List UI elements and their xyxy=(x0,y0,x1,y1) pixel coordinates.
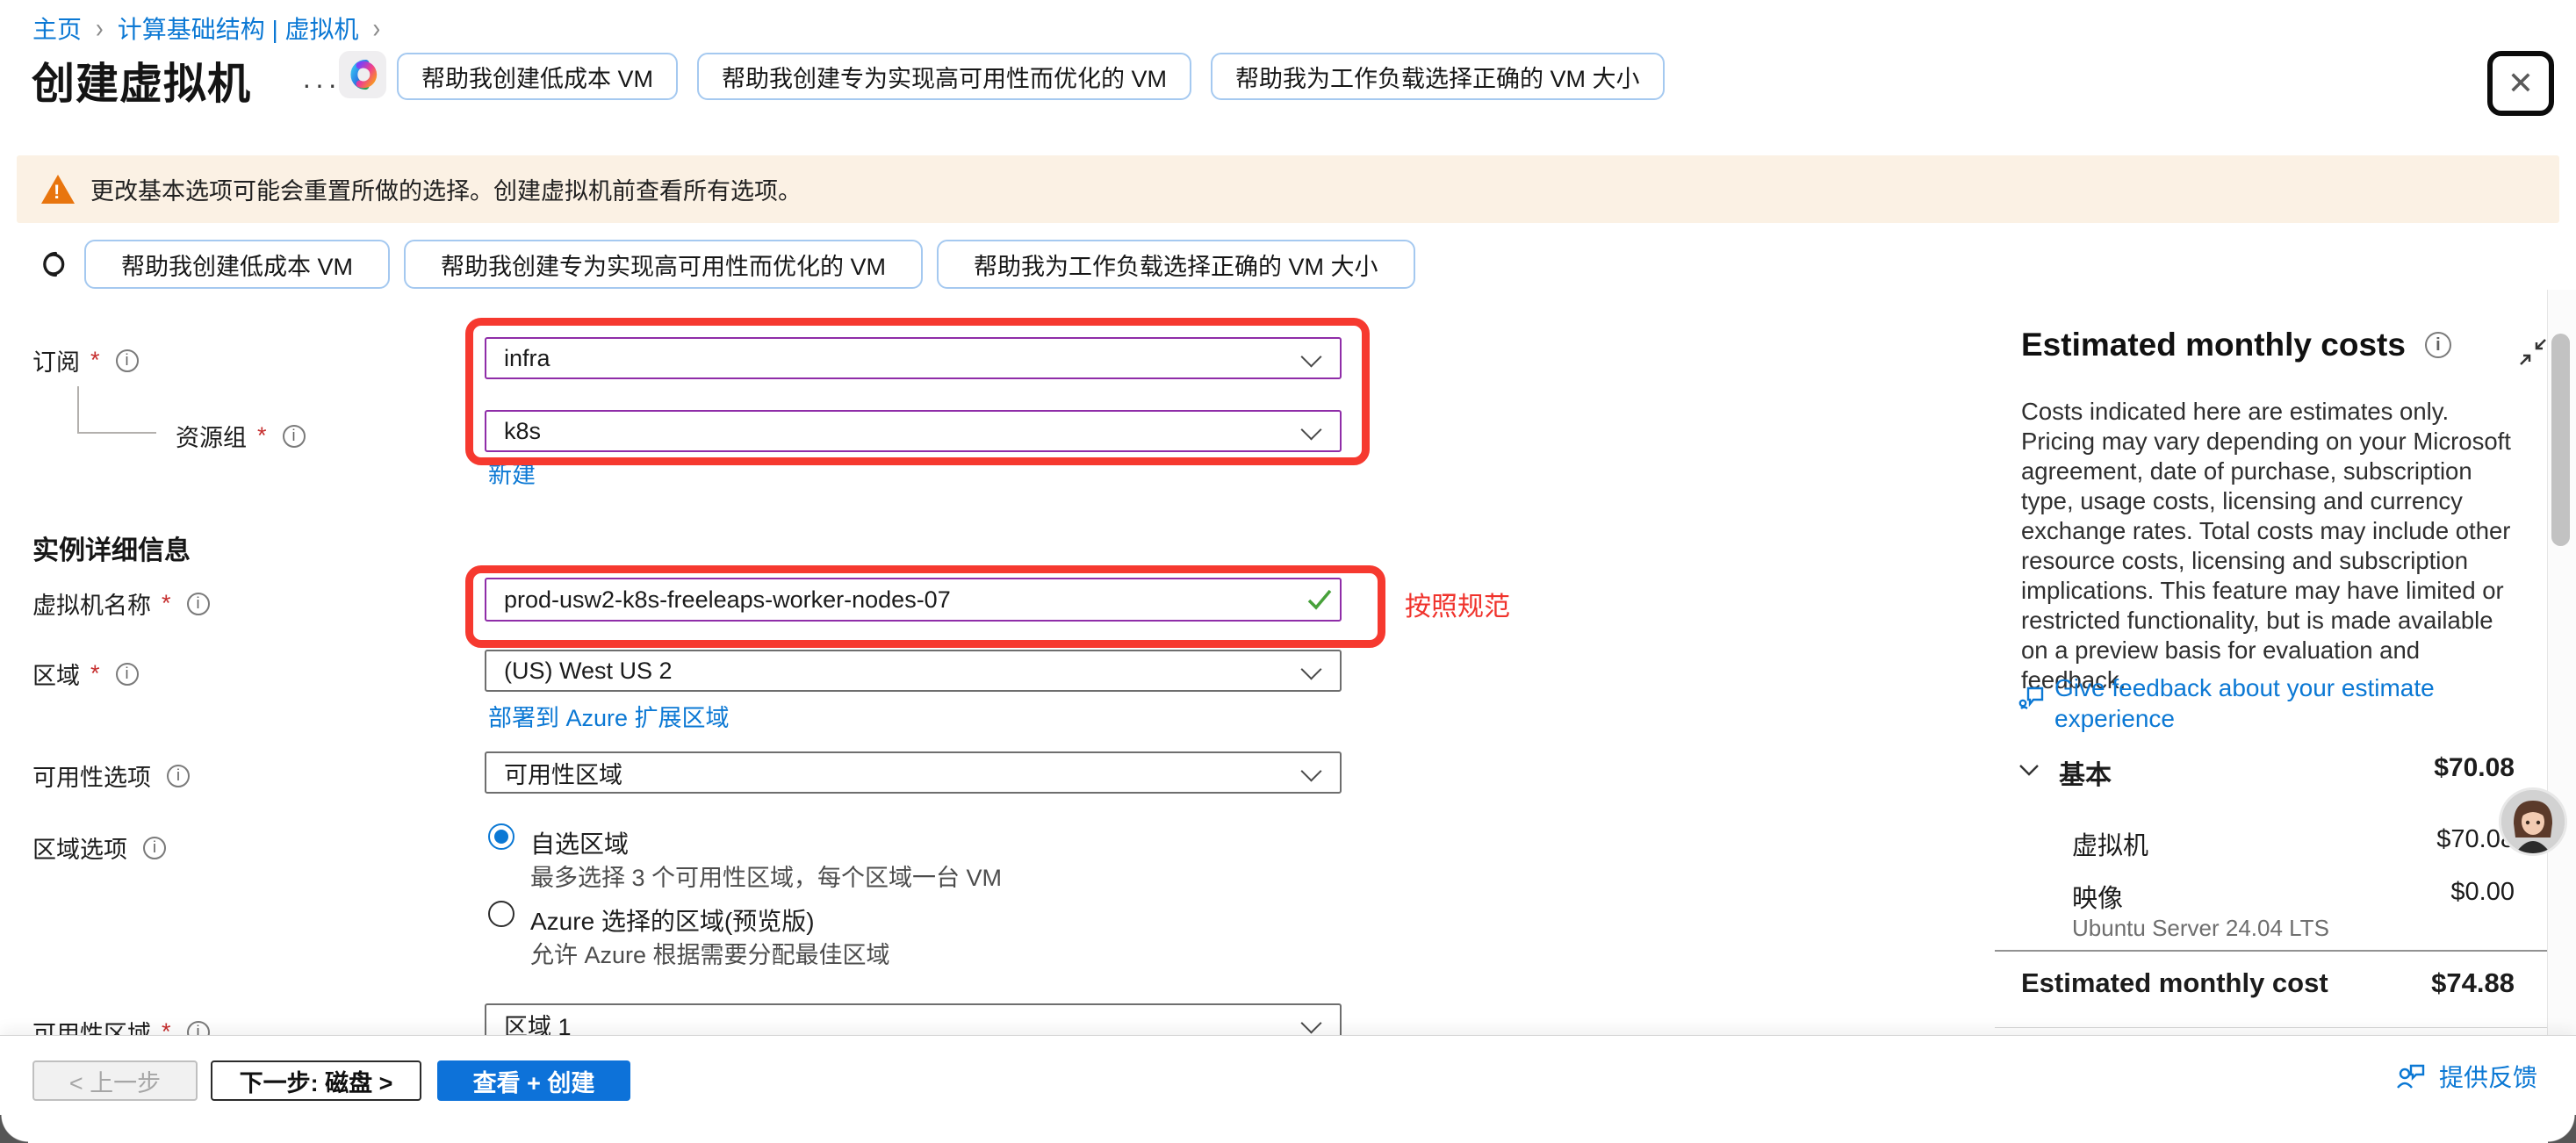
page-title: 创建虚拟机 xyxy=(32,49,251,111)
radio-azure-selected-zones-label[interactable]: Azure 选择的区域(预览版) xyxy=(530,902,815,938)
feedback-bubble-icon xyxy=(2018,681,2047,713)
info-icon[interactable] xyxy=(143,837,166,859)
help-right-vm-size-button[interactable]: 帮助我为工作负载选择正确的 VM 大小 xyxy=(937,240,1415,289)
estimate-feedback-link[interactable]: Give feedback about your estimate experi… xyxy=(2054,672,2493,734)
cost-group-label[interactable]: 基本 xyxy=(2059,753,2112,792)
help-right-vm-size-button[interactable]: 帮助我为工作负载选择正确的 VM 大小 xyxy=(1211,53,1665,100)
previous-button[interactable]: < 上一步 xyxy=(32,1060,198,1101)
required-asterisk xyxy=(90,347,100,374)
cost-panel-description: Costs indicated here are estimates only.… xyxy=(2021,397,2513,695)
chevron-down-icon xyxy=(1300,760,1321,781)
info-icon[interactable] xyxy=(167,765,190,787)
radio-azure-selected-zones[interactable] xyxy=(488,901,514,927)
divider xyxy=(1995,1027,2548,1028)
vm-name-label: 虚拟机名称 xyxy=(32,586,210,621)
zone-options-label: 区域选项 xyxy=(32,830,166,865)
availability-options-label: 可用性选项 xyxy=(32,758,190,793)
radio-self-selected-zones[interactable] xyxy=(488,823,514,850)
chevron-down-icon xyxy=(1300,658,1321,679)
subscription-dropdown[interactable]: infra xyxy=(485,337,1342,379)
resource-group-dropdown[interactable]: k8s xyxy=(485,410,1342,452)
copilot-outline-icon xyxy=(35,247,70,282)
cost-item-value: $0.00 xyxy=(2450,878,2515,907)
required-asterisk xyxy=(90,660,100,687)
region-dropdown[interactable]: (US) West US 2 xyxy=(485,650,1342,692)
total-cost-value: $74.88 xyxy=(2431,967,2515,999)
valid-check-icon xyxy=(1306,588,1333,611)
review-create-button[interactable]: 查看 + 创建 xyxy=(437,1060,630,1101)
cost-item-label: 虚拟机 xyxy=(2072,825,2148,862)
breadcrumb-home[interactable]: 主页 xyxy=(32,11,82,46)
close-icon: ✕ xyxy=(2508,65,2534,102)
radio-self-selected-zones-desc: 最多选择 3 个可用性区域，每个区域一台 VM xyxy=(530,859,1002,893)
give-feedback-link[interactable]: 提供反馈 xyxy=(2395,1059,2537,1094)
instance-details-heading: 实例详细信息 xyxy=(32,528,191,567)
copilot-icon xyxy=(344,56,381,93)
chevron-down-icon xyxy=(1300,1012,1321,1033)
header-helper-buttons: 帮助我创建低成本 VM 帮助我创建专为实现高可用性而优化的 VM 帮助我为工作负… xyxy=(397,53,1665,100)
warning-text: 更改基本选项可能会重置所做的选择。创建虚拟机前查看所有选项。 xyxy=(90,172,802,206)
footer-bar: < 上一步 下一步: 磁盘 > 查看 + 创建 提供反馈 xyxy=(0,1035,2576,1143)
deploy-extended-zones-link[interactable]: 部署到 Azure 扩展区域 xyxy=(488,699,730,733)
total-cost-label: Estimated monthly cost xyxy=(2021,967,2328,999)
required-asterisk xyxy=(162,590,171,617)
more-actions-icon[interactable]: ··· xyxy=(302,68,341,101)
radio-self-selected-zones-label[interactable]: 自选区域 xyxy=(530,825,629,860)
content-helper-buttons: 帮助我创建低成本 VM 帮助我创建专为实现高可用性而优化的 VM 帮助我为工作负… xyxy=(84,240,1415,289)
breadcrumb-virtual-machines[interactable]: 计算基础结构 | 虚拟机 xyxy=(118,11,359,46)
resource-group-label: 资源组 xyxy=(176,419,306,453)
warning-banner: 更改基本选项可能会重置所做的选择。创建虚拟机前查看所有选项。 xyxy=(17,155,2559,223)
chevron-right-icon: › xyxy=(373,11,381,44)
chevron-down-icon xyxy=(1300,419,1321,440)
cost-item-subtext: Ubuntu Server 24.04 LTS xyxy=(2072,915,2329,942)
warning-icon xyxy=(41,175,75,204)
radio-azure-selected-zones-desc: 允许 Azure 根据需要分配最佳区域 xyxy=(530,936,890,970)
next-disks-button[interactable]: 下一步: 磁盘 > xyxy=(211,1060,421,1101)
create-new-resource-group-link[interactable]: 新建 xyxy=(488,456,536,490)
collapse-panel-icon[interactable] xyxy=(2516,335,2550,369)
divider xyxy=(1995,950,2548,952)
scrollbar-thumb[interactable] xyxy=(2551,334,2570,546)
chevron-right-icon: › xyxy=(96,11,104,44)
avatar[interactable] xyxy=(2499,787,2567,856)
naming-convention-note: 按照规范 xyxy=(1405,585,1510,623)
region-label: 区域 xyxy=(32,657,139,691)
info-icon[interactable] xyxy=(116,349,139,372)
info-icon[interactable] xyxy=(187,593,210,615)
tree-connector xyxy=(77,386,79,433)
info-icon[interactable] xyxy=(283,425,306,448)
required-asterisk xyxy=(257,422,267,449)
person-feedback-icon xyxy=(2395,1062,2427,1090)
help-high-availability-vm-button[interactable]: 帮助我创建专为实现高可用性而优化的 VM xyxy=(404,240,923,289)
help-low-cost-vm-button[interactable]: 帮助我创建低成本 VM xyxy=(397,53,678,100)
availability-options-dropdown[interactable]: 可用性区域 xyxy=(485,751,1342,794)
expander-chevron-icon[interactable] xyxy=(2016,760,2042,780)
help-low-cost-vm-button[interactable]: 帮助我创建低成本 VM xyxy=(84,240,390,289)
tree-connector xyxy=(77,432,156,434)
help-high-availability-vm-button[interactable]: 帮助我创建专为实现高可用性而优化的 VM xyxy=(697,53,1191,100)
cost-panel-title: Estimated monthly costs xyxy=(2021,327,2451,363)
close-button[interactable]: ✕ xyxy=(2487,51,2554,116)
create-vm-page: 主页 › 计算基础结构 | 虚拟机 › 创建虚拟机 ··· 帮助我创建低成本 V… xyxy=(0,0,2576,1143)
cost-item-label: 映像 xyxy=(2072,878,2123,915)
cost-group-value: $70.08 xyxy=(2434,753,2515,783)
chevron-down-icon xyxy=(1300,346,1321,367)
info-icon[interactable] xyxy=(116,663,139,686)
breadcrumb: 主页 › 计算基础结构 | 虚拟机 › xyxy=(32,11,380,46)
subscription-label: 订阅 xyxy=(32,343,139,377)
info-icon[interactable] xyxy=(2425,332,2451,358)
vm-name-input[interactable] xyxy=(485,578,1342,622)
copilot-button[interactable] xyxy=(339,51,386,98)
